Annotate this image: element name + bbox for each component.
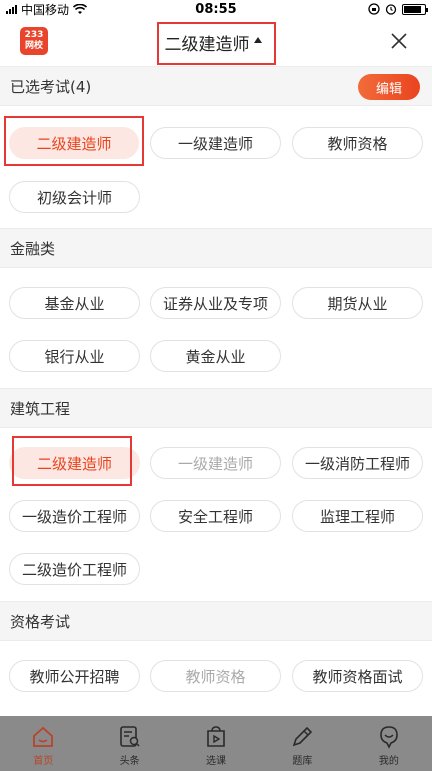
finance-section-title: 金融类 <box>10 239 56 258</box>
status-right <box>368 3 428 15</box>
finance-chip-5[interactable]: 黄金从业 <box>150 340 281 372</box>
qualification-chip-3[interactable]: 教师资格面试 <box>292 660 423 692</box>
nav-question-bank[interactable]: 题库 <box>259 716 345 771</box>
nav-news[interactable]: 头条 <box>86 716 172 771</box>
profile-icon <box>380 726 398 749</box>
selected-chip-4[interactable]: 初级会计师 <box>9 181 140 213</box>
nav-course[interactable]: 选课 <box>173 716 259 771</box>
edit-button[interactable]: 编辑 <box>358 74 420 100</box>
construction-chip-5[interactable]: 安全工程师 <box>150 500 281 532</box>
exam-switch-dropdown[interactable]: 二级建造师 <box>156 21 276 65</box>
alarm-icon <box>385 4 397 15</box>
selected-chip-3[interactable]: 教师资格 <box>292 127 423 159</box>
nav-profile-label: 我的 <box>378 756 399 767</box>
finance-chip-2[interactable]: 证券从业及专项 <box>150 287 281 319</box>
logo-text-bottom: 网校 <box>24 41 43 51</box>
construction-section-title: 建筑工程 <box>10 399 71 418</box>
qualification-chip-1[interactable]: 教师公开招聘 <box>9 660 140 692</box>
finance-section-header: 金融类 <box>0 228 432 268</box>
construction-chip-4[interactable]: 一级造价工程师 <box>9 500 140 532</box>
construction-chip-7[interactable]: 二级造价工程师 <box>9 553 140 585</box>
logo-text-top: 233 <box>24 30 44 40</box>
bottom-nav: 首页 头条 选课 题库 我的 <box>0 716 432 771</box>
selected-section-title: 已选考试(4) <box>10 77 92 96</box>
app-logo: 233 网校 <box>20 27 48 55</box>
nav-profile[interactable]: 我的 <box>346 716 432 771</box>
construction-chip-2: 一级建造师 <box>150 447 281 479</box>
selected-chip-2[interactable]: 一级建造师 <box>150 127 281 159</box>
qualification-section-header: 资格考试 <box>0 601 432 641</box>
nav-home-label: 首页 <box>33 756 54 767</box>
status-left: 中国移动 <box>6 1 88 18</box>
qualification-section-title: 资格考试 <box>10 612 71 631</box>
course-icon <box>207 726 225 747</box>
news-icon <box>119 726 140 747</box>
wifi-icon <box>73 3 88 14</box>
construction-chip-3[interactable]: 一级消防工程师 <box>292 447 423 479</box>
selected-chip-1[interactable]: 二级建造师 <box>9 127 139 159</box>
caret-up-icon <box>253 37 262 43</box>
signal-icon <box>6 4 17 14</box>
home-icon <box>33 726 54 747</box>
lock-rotation-icon <box>368 3 380 15</box>
nav-home[interactable]: 首页 <box>0 716 86 771</box>
finance-chip-1[interactable]: 基金从业 <box>9 287 140 319</box>
pen-icon <box>293 726 313 747</box>
nav-question-bank-label: 题库 <box>292 756 313 767</box>
construction-chip-6[interactable]: 监理工程师 <box>292 500 423 532</box>
status-bar: 中国移动 08:55 <box>0 0 432 18</box>
nav-course-label: 选课 <box>206 756 227 767</box>
selected-section-header: 已选考试(4) 编辑 <box>0 66 432 106</box>
close-icon[interactable] <box>390 32 408 50</box>
construction-chip-1[interactable]: 二级建造师 <box>9 447 140 479</box>
battery-icon <box>402 3 428 15</box>
finance-chip-4[interactable]: 银行从业 <box>9 340 140 372</box>
finance-chip-3[interactable]: 期货从业 <box>292 287 423 319</box>
header-title-label: 二级建造师 <box>164 34 250 55</box>
qualification-chip-2: 教师资格 <box>150 660 281 692</box>
construction-section-header: 建筑工程 <box>0 388 432 428</box>
header: 233 网校 二级建造师 <box>0 18 432 66</box>
carrier-label: 中国移动 <box>21 2 70 17</box>
nav-news-label: 头条 <box>119 756 140 767</box>
